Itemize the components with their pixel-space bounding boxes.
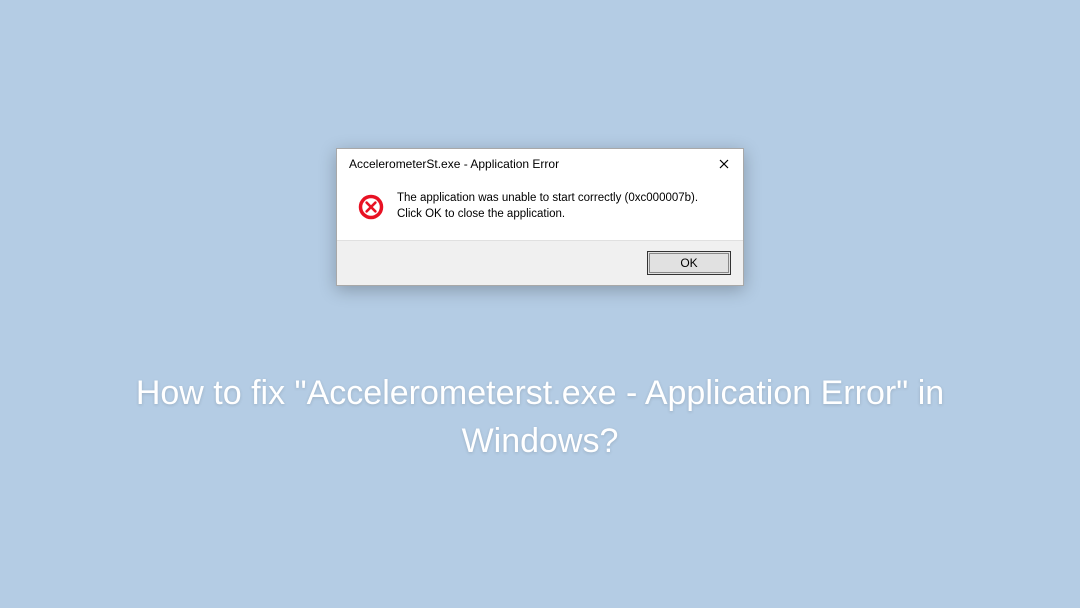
page-headline: How to fix "Accelerometerst.exe - Applic… <box>0 370 1080 465</box>
dialog-body: The application was unable to start corr… <box>337 177 743 240</box>
error-dialog: AccelerometerSt.exe - Application Error … <box>336 148 744 286</box>
close-icon <box>719 159 729 169</box>
close-button[interactable] <box>713 155 735 173</box>
ok-button[interactable]: OK <box>647 251 731 275</box>
dialog-titlebar: AccelerometerSt.exe - Application Error <box>337 149 743 177</box>
error-message: The application was unable to start corr… <box>397 191 723 222</box>
dialog-footer: OK <box>337 240 743 285</box>
dialog-title: AccelerometerSt.exe - Application Error <box>349 157 559 171</box>
error-icon <box>357 193 385 221</box>
